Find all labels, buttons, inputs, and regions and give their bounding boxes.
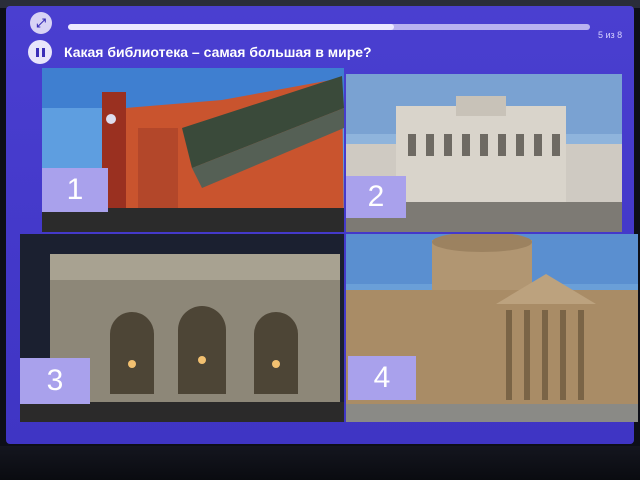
pause-icon: [34, 47, 46, 57]
pause-button[interactable]: [28, 40, 52, 64]
exit-fullscreen-button[interactable]: ⤢: [30, 12, 52, 34]
progress-fill: [68, 24, 395, 30]
option-3-number: 3: [20, 358, 90, 404]
progress-count: 5 из 8: [598, 30, 623, 40]
option-2-number: 2: [346, 176, 406, 218]
progress-bar: [68, 24, 590, 30]
option-4-number: 4: [348, 356, 416, 400]
option-1-number: 1: [42, 168, 108, 212]
monitor-stand: [0, 446, 640, 480]
question-text: Какая библиотека – самая большая в мире?: [64, 44, 372, 60]
collapse-arrows-icon: ⤢: [36, 15, 46, 30]
